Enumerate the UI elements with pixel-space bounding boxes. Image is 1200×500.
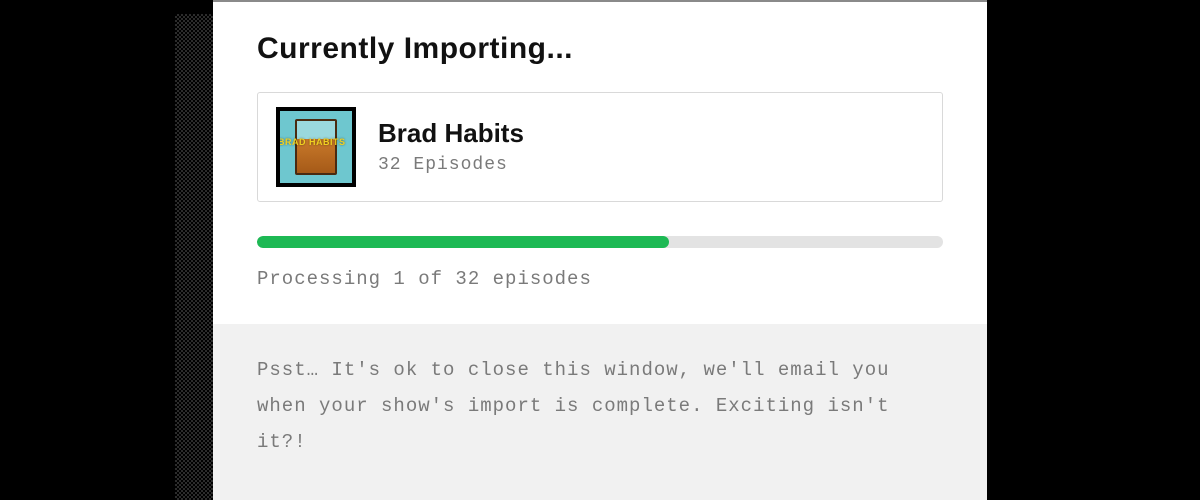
show-episode-count: 32 Episodes [378,155,524,175]
show-meta: Brad Habits 32 Episodes [378,118,524,175]
dialog-body: Currently Importing... BRAD HABITS Brad … [213,2,987,500]
show-card: BRAD HABITS Brad Habits 32 Episodes [257,92,943,202]
show-title: Brad Habits [378,118,524,149]
dialog-heading: Currently Importing... [257,32,943,66]
progress-bar [257,236,943,248]
artwork-overlay-text: BRAD HABITS [278,137,346,147]
footer-hint: Psst… It's ok to close this window, we'l… [213,324,987,500]
app-background: Currently Importing... BRAD HABITS Brad … [0,0,1200,500]
progress-status-text: Processing 1 of 32 episodes [257,268,943,290]
progress-bar-fill [257,236,669,248]
show-artwork: BRAD HABITS [276,107,356,187]
import-dialog: Currently Importing... BRAD HABITS Brad … [213,0,987,500]
backdrop-texture-left [175,14,213,500]
